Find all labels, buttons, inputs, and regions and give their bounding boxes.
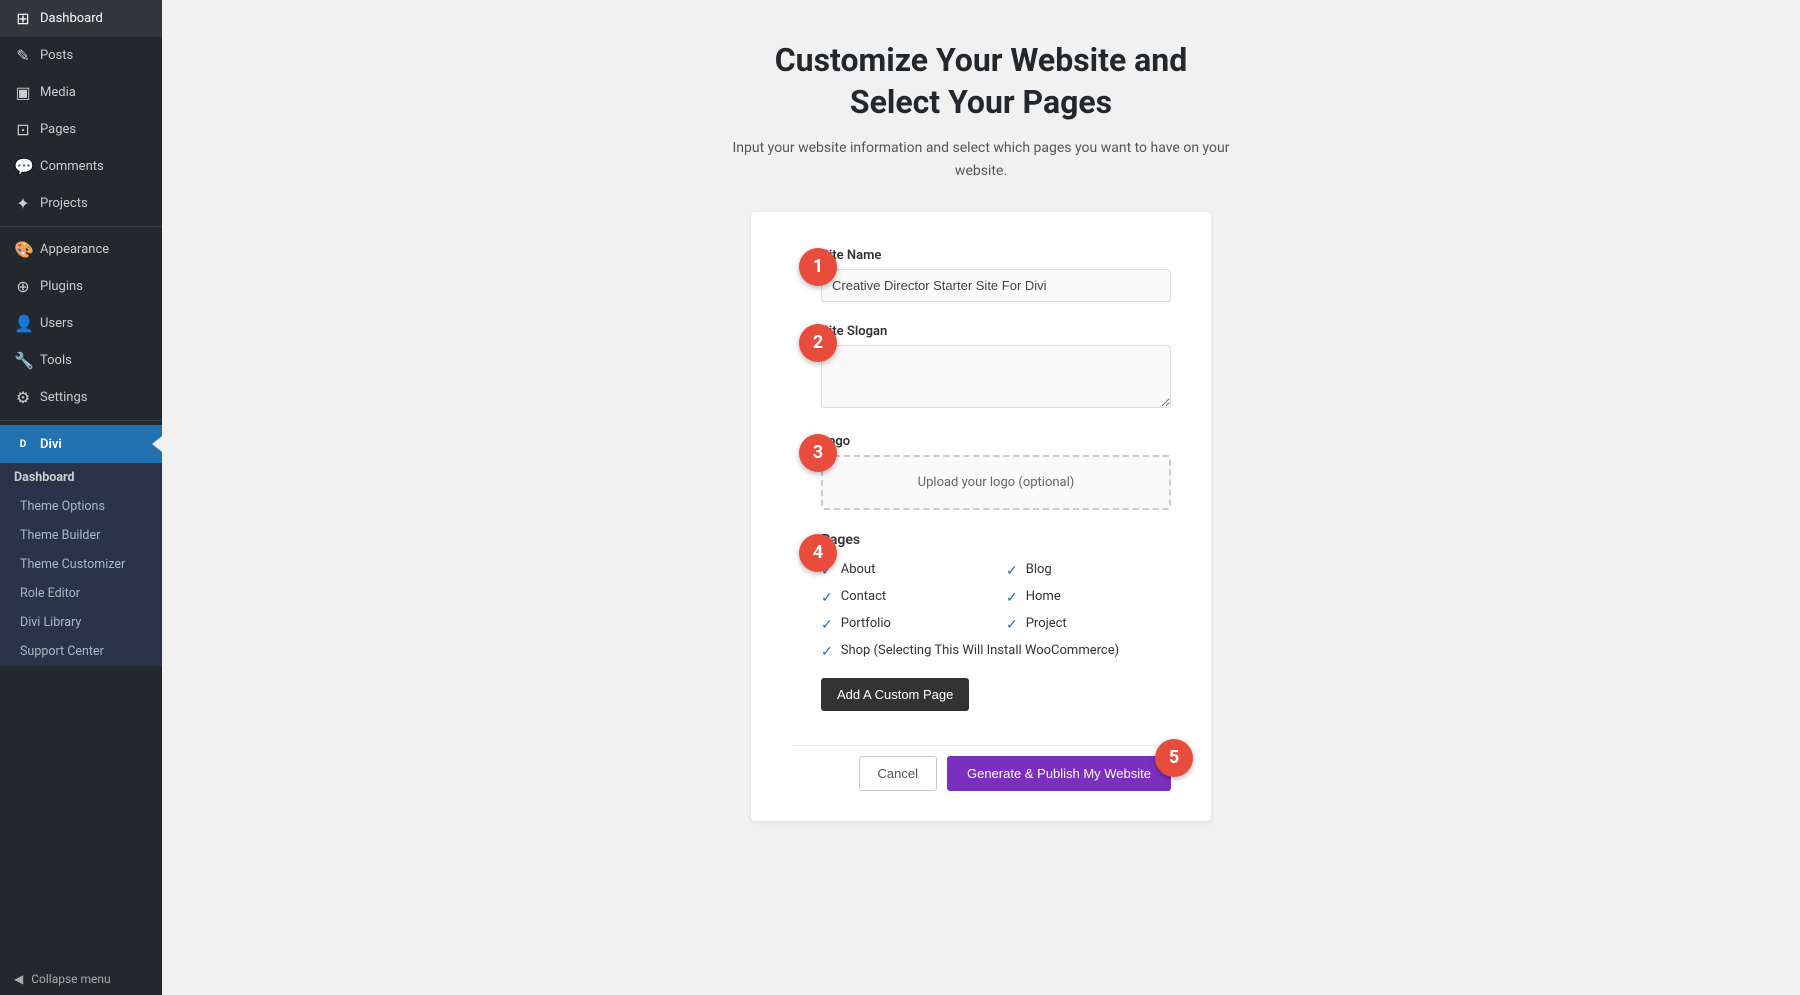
check-icon-blog: ✓ [1006, 563, 1018, 579]
check-icon-home: ✓ [1006, 590, 1018, 606]
divi-sub-library[interactable]: Divi Library [0, 608, 162, 637]
dashboard-icon: ⊞ [14, 9, 32, 28]
plugins-icon: ⊕ [14, 277, 32, 296]
page-label-home: Home [1026, 589, 1061, 604]
step-3-badge: 3 [799, 434, 837, 472]
site-name-input[interactable] [821, 269, 1171, 302]
divi-sub-theme-builder[interactable]: Theme Builder [0, 521, 162, 550]
appearance-icon: 🎨 [14, 240, 32, 259]
page-label-contact: Contact [841, 589, 886, 604]
check-icon-contact: ✓ [821, 590, 833, 606]
sidebar-item-tools[interactable]: 🔧 Tools [0, 342, 162, 379]
page-item-portfolio: ✓ Portfolio [821, 616, 986, 633]
page-label-about: About [841, 562, 876, 577]
users-icon: 👤 [14, 314, 32, 333]
collapse-menu-button[interactable]: ◀ Collapse menu [0, 963, 162, 995]
sidebar-item-label: Posts [40, 48, 73, 63]
sidebar-item-posts[interactable]: ✎ Posts [0, 37, 162, 74]
main-content: Customize Your Website and Select Your P… [162, 0, 1800, 995]
divi-menu-header[interactable]: D Divi [0, 425, 162, 463]
collapse-icon: ◀ [14, 972, 23, 986]
cancel-button[interactable]: Cancel [859, 756, 937, 791]
divi-label: Divi [40, 437, 62, 452]
sidebar-item-label: Settings [40, 390, 87, 405]
page-item-about: ✓ About [821, 562, 986, 579]
sidebar-item-label: Users [40, 316, 73, 331]
media-icon: ▣ [14, 83, 32, 102]
sidebar-item-dashboard[interactable]: ⊞ Dashboard [0, 0, 162, 37]
page-label-portfolio: Portfolio [841, 616, 891, 631]
logo-group: Logo Upload your logo (optional) [821, 434, 1171, 510]
posts-icon: ✎ [14, 46, 32, 65]
page-label-blog: Blog [1026, 562, 1052, 577]
divi-sub-theme-customizer[interactable]: Theme Customizer [0, 550, 162, 579]
check-icon-portfolio: ✓ [821, 617, 833, 633]
step-1-block: 1 Site Name [821, 248, 1171, 302]
step-5-badge: 5 [1155, 739, 1193, 777]
projects-icon: ✦ [14, 194, 32, 213]
card-footer: Cancel Generate & Publish My Website 5 [791, 745, 1171, 791]
sidebar-item-appearance[interactable]: 🎨 Appearance [0, 231, 162, 268]
site-slogan-group: Site Slogan [821, 324, 1171, 412]
pages-icon: ⊡ [14, 120, 32, 139]
page-item-home: ✓ Home [1006, 589, 1171, 606]
pages-title: Pages [821, 532, 1171, 548]
pages-grid: ✓ About ✓ Blog ✓ Contact ✓ [821, 562, 1171, 660]
step-3-block: 3 Logo Upload your logo (optional) [821, 434, 1171, 510]
divi-sub-dashboard[interactable]: Dashboard [0, 463, 162, 492]
sidebar-item-users[interactable]: 👤 Users [0, 305, 162, 342]
publish-button[interactable]: Generate & Publish My Website [947, 756, 1171, 791]
sidebar-item-comments[interactable]: 💬 Comments [0, 148, 162, 185]
sidebar-item-projects[interactable]: ✦ Projects [0, 185, 162, 222]
sidebar-item-label: Comments [40, 159, 104, 174]
step-4-badge: 4 [799, 534, 837, 572]
divi-sub-theme-options[interactable]: Theme Options [0, 492, 162, 521]
divi-logo-icon: D [14, 435, 32, 453]
sidebar-item-pages[interactable]: ⊡ Pages [0, 111, 162, 148]
page-item-shop: ✓ Shop (Selecting This Will Install WooC… [821, 643, 1171, 660]
logo-label: Logo [821, 434, 1171, 449]
divi-sub-role-editor[interactable]: Role Editor [0, 579, 162, 608]
comments-icon: 💬 [14, 157, 32, 176]
sidebar-item-label: Media [40, 85, 76, 100]
page-label-shop: Shop (Selecting This Will Install WooCom… [841, 643, 1119, 658]
sidebar-item-label: Tools [40, 353, 72, 368]
divi-submenu: Dashboard Theme Options Theme Builder Th… [0, 463, 162, 666]
add-custom-page-button[interactable]: Add A Custom Page [821, 678, 969, 711]
logo-upload-area[interactable]: Upload your logo (optional) [821, 455, 1171, 510]
site-slogan-input[interactable] [821, 345, 1171, 408]
page-title: Customize Your Website and Select Your P… [775, 40, 1188, 123]
settings-icon: ⚙ [14, 388, 32, 407]
sidebar-item-label: Pages [40, 122, 76, 137]
pages-content: Pages ✓ About ✓ Blog ✓ Contact [821, 532, 1171, 735]
collapse-label: Collapse menu [31, 972, 110, 986]
page-subtitle: Input your website information and selec… [731, 137, 1231, 182]
sidebar-item-settings[interactable]: ⚙ Settings [0, 379, 162, 416]
check-icon-shop: ✓ [821, 644, 833, 660]
sidebar-item-label: Projects [40, 196, 88, 211]
sidebar-item-plugins[interactable]: ⊕ Plugins [0, 268, 162, 305]
page-item-blog: ✓ Blog [1006, 562, 1171, 579]
site-slogan-label: Site Slogan [821, 324, 1171, 339]
step-1-badge: 1 [799, 248, 837, 286]
site-name-label: Site Name [821, 248, 1171, 263]
check-icon-project: ✓ [1006, 617, 1018, 633]
step-2-block: 2 Site Slogan [821, 324, 1171, 412]
sidebar-item-label: Dashboard [40, 11, 103, 26]
page-item-contact: ✓ Contact [821, 589, 986, 606]
page-item-project: ✓ Project [1006, 616, 1171, 633]
tools-icon: 🔧 [14, 351, 32, 370]
divi-sub-support[interactable]: Support Center [0, 637, 162, 666]
site-name-group: Site Name [821, 248, 1171, 302]
sidebar: ⊞ Dashboard ✎ Posts ▣ Media ⊡ Pages 💬 Co… [0, 0, 162, 995]
customize-card: 1 Site Name 2 Site Slogan 3 Logo Upload … [751, 212, 1211, 821]
sidebar-item-label: Appearance [40, 242, 109, 257]
sidebar-item-media[interactable]: ▣ Media [0, 74, 162, 111]
page-label-project: Project [1026, 616, 1067, 631]
step-2-badge: 2 [799, 324, 837, 362]
pages-section: 4 Pages ✓ About ✓ Blog ✓ [821, 532, 1171, 735]
sidebar-item-label: Plugins [40, 279, 83, 294]
